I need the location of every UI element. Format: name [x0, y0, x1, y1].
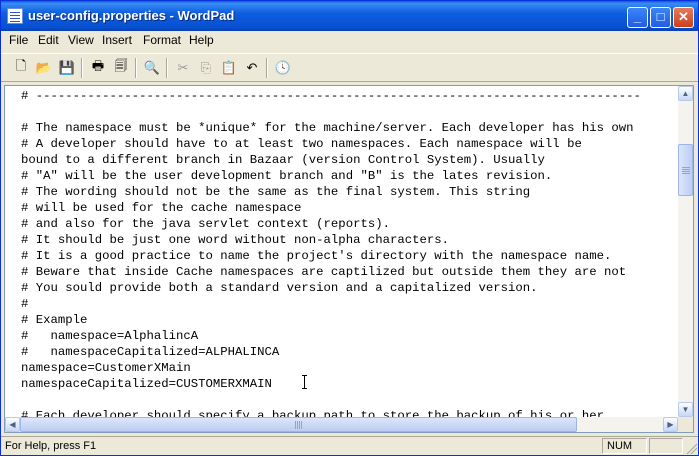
document-line: # A developer should have to at least tw… [21, 137, 582, 151]
vertical-scrollbar[interactable]: ▲ ▼ [678, 86, 693, 417]
document-line: # The namespace must be *unique* for the… [21, 121, 634, 135]
vertical-scroll-thumb[interactable] [678, 144, 693, 196]
document-line: # and also for the java servlet context … [21, 217, 390, 231]
i-beam-cursor-icon [302, 375, 308, 389]
paste-icon[interactable]: 📋 [220, 59, 238, 77]
find-binoculars-icon[interactable]: 🔍 [143, 59, 161, 77]
horizontal-scroll-thumb[interactable] [20, 417, 577, 432]
menu-insert[interactable]: Insert [102, 33, 132, 47]
document-line: # It is a good practice to name the proj… [21, 249, 612, 263]
close-button[interactable]: ✕ [673, 7, 694, 28]
menu-view[interactable]: View [68, 33, 94, 47]
document-line: # "A" will be the user development branc… [21, 169, 553, 183]
cut-icon[interactable]: ✂ [174, 59, 192, 77]
status-bar: For Help, press F1 NUM [1, 436, 698, 455]
document-line: # namespace=AlphalincA [21, 329, 199, 343]
document-line: # Each developer should specify a backup… [21, 409, 604, 417]
insert-date-time-icon[interactable]: 🕓 [274, 59, 292, 77]
scroll-right-arrow-icon[interactable]: ▶ [663, 417, 678, 432]
print-preview-icon[interactable]: 🗐 [112, 58, 130, 77]
document-text-area[interactable]: # --------------------------------------… [5, 86, 678, 417]
status-help-text: For Help, press F1 [5, 440, 97, 452]
document-line: # namespaceCapitalized=ALPHALINCA [21, 345, 280, 359]
scroll-up-arrow-icon[interactable]: ▲ [678, 86, 693, 101]
horizontal-scrollbar[interactable]: ◀ ▶ [5, 417, 678, 432]
open-folder-icon[interactable]: 📂 [35, 59, 53, 77]
document-line: namespace=CustomerXMain [21, 361, 191, 375]
maximize-button[interactable]: □ [650, 7, 671, 28]
toolbar: 🗋 📂 💾 🖶 🗐 🔍 ✂ ⎘ 📋 ↶ 🕓 [1, 53, 698, 82]
document-line: # Example [21, 313, 88, 327]
undo-icon[interactable]: ↶ [243, 59, 261, 77]
print-icon[interactable]: 🖶 [89, 58, 107, 77]
document-line: bound to a different branch in Bazaar (v… [21, 153, 545, 167]
minimize-button[interactable]: _ [627, 7, 648, 28]
document-frame: # --------------------------------------… [4, 85, 694, 433]
document-line: # [21, 297, 29, 311]
menu-help[interactable]: Help [189, 33, 214, 47]
document-line: # The wording should not be the same as … [21, 185, 531, 199]
save-icon[interactable]: 💾 [58, 59, 76, 77]
new-document-icon[interactable]: 🗋 [12, 58, 30, 77]
menu-format[interactable]: Format [143, 33, 181, 47]
document-line: # You sould provide both a standard vers… [21, 281, 538, 295]
status-empty-panel [649, 438, 683, 454]
resize-grip-icon[interactable] [685, 442, 697, 454]
document-line: # will be used for the cache namespace [21, 201, 302, 215]
document-line: namespaceCapitalized=CUSTOMERXMAIN [21, 377, 272, 391]
toolbar-separator [135, 58, 137, 78]
wordpad-app-icon[interactable] [7, 8, 23, 24]
document-line: # It should be just one word without non… [21, 233, 450, 247]
document-line: # Beware that inside Cache namespaces ar… [21, 265, 627, 279]
wordpad-window: user-config.properties - WordPad _ □ ✕ F… [0, 0, 699, 456]
copy-icon[interactable]: ⎘ [197, 59, 215, 77]
document-line: # --------------------------------------… [21, 89, 641, 103]
menu-bar: File Edit View Insert Format Help [1, 31, 698, 50]
scroll-left-arrow-icon[interactable]: ◀ [5, 417, 20, 432]
scrollbar-corner [678, 417, 693, 432]
menu-edit[interactable]: Edit [38, 33, 59, 47]
title-bar[interactable]: user-config.properties - WordPad _ □ ✕ [1, 1, 698, 31]
scroll-grip-icon [681, 166, 690, 174]
menu-file[interactable]: File [9, 33, 28, 47]
toolbar-separator [266, 58, 268, 78]
window-title: user-config.properties - WordPad [28, 8, 235, 23]
scroll-down-arrow-icon[interactable]: ▼ [678, 402, 693, 417]
scroll-grip-icon [294, 420, 303, 429]
status-num-panel: NUM [602, 438, 647, 454]
toolbar-separator [81, 58, 83, 78]
toolbar-separator [166, 58, 168, 78]
